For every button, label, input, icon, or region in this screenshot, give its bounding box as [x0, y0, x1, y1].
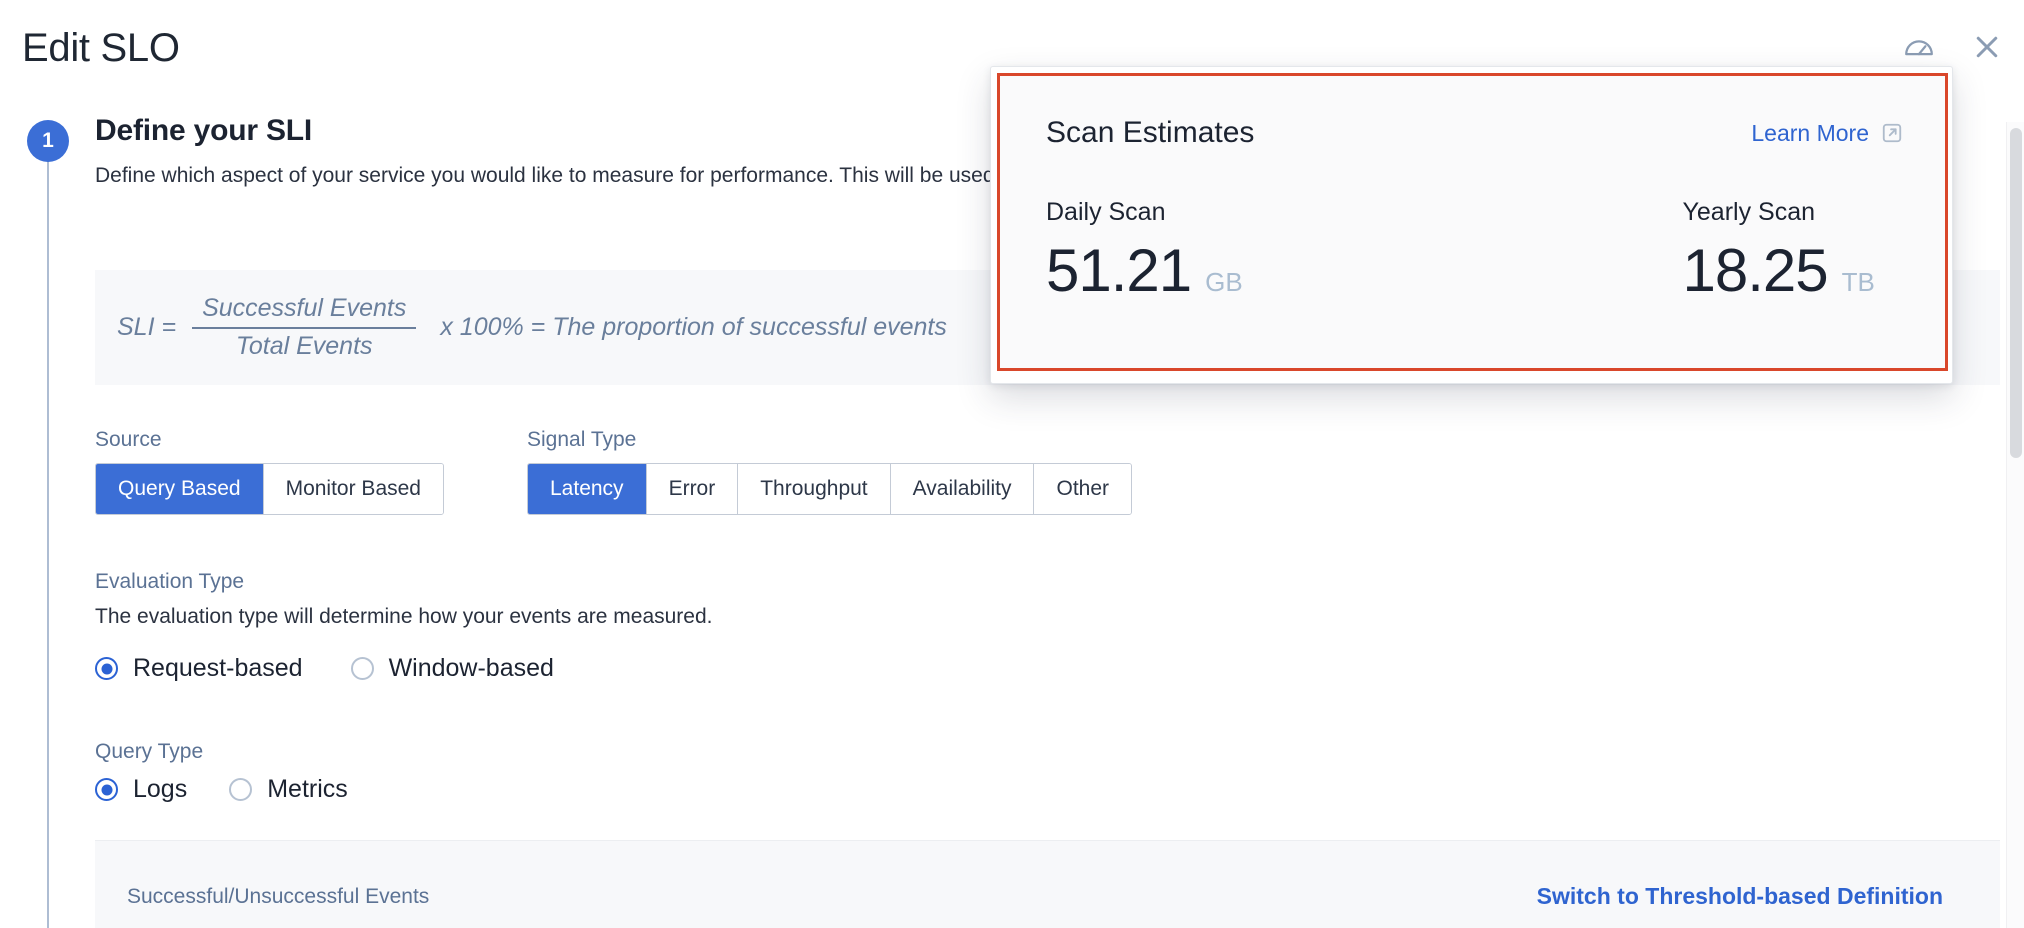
- evaluation-type-description: The evaluation type will determine how y…: [95, 605, 1495, 629]
- radio-request-based-label: Request-based: [133, 654, 303, 683]
- close-icon[interactable]: [1972, 32, 2002, 62]
- scan-estimates-card: Scan Estimates Learn More Daily Scan: [997, 73, 1948, 371]
- source-option-monitor-based[interactable]: Monitor Based: [264, 464, 443, 514]
- signal-option-availability[interactable]: Availability: [891, 464, 1035, 514]
- formula-fraction: Successful Events Total Events: [192, 294, 416, 361]
- scan-estimates-header: Scan Estimates Learn More: [1046, 116, 1903, 150]
- source-option-query-based[interactable]: Query Based: [96, 464, 264, 514]
- page-title: Edit SLO: [22, 26, 180, 71]
- source-signal-row: Source Query Based Monitor Based Signal …: [95, 428, 1132, 515]
- radio-window-based-control[interactable]: [351, 657, 374, 680]
- radio-logs[interactable]: Logs: [95, 775, 187, 804]
- evaluation-type-label: Evaluation Type: [95, 570, 1495, 594]
- formula-lhs: SLI =: [117, 313, 176, 342]
- signal-type-button-group[interactable]: Latency Error Throughput Availability Ot…: [527, 463, 1132, 515]
- query-type-radios: Logs Metrics: [95, 775, 995, 804]
- radio-window-based-label: Window-based: [389, 654, 554, 683]
- switch-to-threshold-link[interactable]: Switch to Threshold-based Definition: [1537, 883, 1943, 910]
- step-connector-line: [47, 144, 49, 928]
- yearly-scan-column: Yearly Scan 18.25 TB: [1475, 198, 1904, 301]
- gauge-icon[interactable]: [1902, 30, 1936, 64]
- daily-scan-number: 51.21: [1046, 241, 1191, 301]
- radio-logs-label: Logs: [133, 775, 187, 804]
- query-type-label: Query Type: [95, 740, 995, 764]
- radio-metrics-control[interactable]: [229, 778, 252, 801]
- source-group: Source Query Based Monitor Based: [95, 428, 527, 515]
- radio-window-based[interactable]: Window-based: [351, 654, 554, 683]
- yearly-scan-label: Yearly Scan: [1683, 198, 1904, 227]
- learn-more-label: Learn More: [1751, 120, 1869, 147]
- yearly-scan-value: 18.25 TB: [1683, 241, 1904, 301]
- query-type-block: Query Type Logs Metrics: [95, 740, 995, 804]
- radio-logs-control[interactable]: [95, 778, 118, 801]
- scan-estimates-columns: Daily Scan 51.21 GB Yearly Scan 18.25 TB: [1046, 198, 1903, 301]
- daily-scan-unit: GB: [1205, 267, 1243, 298]
- titlebar-actions: [1902, 30, 2002, 64]
- external-link-icon: [1881, 122, 1903, 144]
- evaluation-type-block: Evaluation Type The evaluation type will…: [95, 570, 1495, 683]
- yearly-scan-number: 18.25: [1683, 241, 1828, 301]
- formula-numerator: Successful Events: [192, 294, 416, 327]
- source-button-group[interactable]: Query Based Monitor Based: [95, 463, 444, 515]
- source-label: Source: [95, 428, 527, 452]
- signal-type-group: Signal Type Latency Error Throughput Ava…: [527, 428, 1132, 515]
- signal-type-label: Signal Type: [527, 428, 1132, 452]
- sli-formula: SLI = Successful Events Total Events x 1…: [117, 294, 947, 361]
- edit-slo-dialog: Edit SLO 1 Define your SLI Define which …: [0, 0, 2024, 928]
- events-panel-label: Successful/Unsuccessful Events: [127, 885, 429, 909]
- vertical-scrollbar-thumb[interactable]: [2010, 128, 2022, 458]
- radio-metrics-label: Metrics: [267, 775, 348, 804]
- evaluation-type-radios: Request-based Window-based: [95, 654, 1495, 683]
- radio-request-based-control[interactable]: [95, 657, 118, 680]
- events-definition-panel: Successful/Unsuccessful Events Switch to…: [95, 840, 2000, 928]
- radio-metrics[interactable]: Metrics: [229, 775, 348, 804]
- daily-scan-value: 51.21 GB: [1046, 241, 1475, 301]
- daily-scan-column: Daily Scan 51.21 GB: [1046, 198, 1475, 301]
- signal-option-other[interactable]: Other: [1034, 464, 1131, 514]
- radio-request-based[interactable]: Request-based: [95, 654, 303, 683]
- signal-option-latency[interactable]: Latency: [528, 464, 647, 514]
- scan-estimates-popover: Scan Estimates Learn More Daily Scan: [990, 66, 1953, 384]
- formula-denominator: Total Events: [226, 329, 383, 362]
- signal-option-throughput[interactable]: Throughput: [738, 464, 890, 514]
- signal-option-error[interactable]: Error: [647, 464, 739, 514]
- daily-scan-label: Daily Scan: [1046, 198, 1475, 227]
- yearly-scan-unit: TB: [1842, 267, 1875, 298]
- learn-more-link[interactable]: Learn More: [1751, 120, 1903, 147]
- scan-estimates-title: Scan Estimates: [1046, 116, 1254, 150]
- step-rail: 1: [27, 120, 69, 920]
- step-badge-1: 1: [27, 120, 69, 162]
- formula-tail: x 100% = The proportion of successful ev…: [440, 313, 947, 342]
